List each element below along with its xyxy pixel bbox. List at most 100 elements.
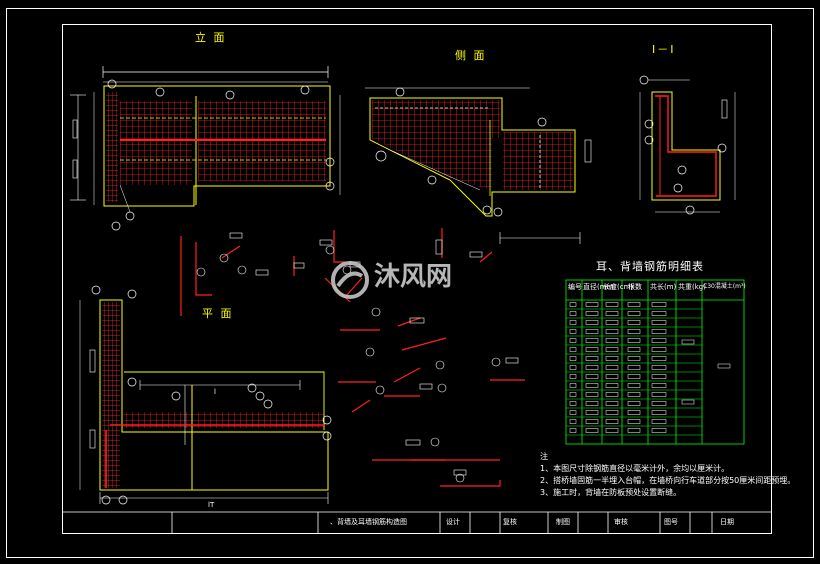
- schedule-cell-mark: [627, 311, 641, 316]
- section-title: I－I: [652, 43, 676, 56]
- schedule-cell-mark: [651, 365, 667, 370]
- schedule-cell-mark: [627, 419, 641, 424]
- rebar-detail-labels: [196, 232, 519, 483]
- schedule-cell-mark: [627, 356, 641, 361]
- schedule-cell-mark: [569, 311, 577, 316]
- elevation-title: 立 面: [195, 31, 227, 44]
- notes-heading: 注: [540, 452, 548, 461]
- schedule-cell-mark: [569, 392, 577, 397]
- schedule-cell-mark: [569, 374, 577, 379]
- schedule-cell-mark: [627, 365, 641, 370]
- schedule-header-no: 编号: [568, 283, 582, 291]
- schedule-cell-mark: [605, 392, 619, 397]
- schedule-cell-mark: [605, 311, 619, 316]
- schedule-cell-mark: [585, 329, 599, 334]
- schedule-cell-mark: [569, 419, 577, 424]
- schedule-cell-mark: [569, 401, 577, 406]
- schedule-cell-mark: [627, 410, 641, 415]
- side-view: [365, 87, 592, 244]
- schedule-title: 耳、背墙钢筋明细表: [596, 260, 704, 273]
- schedule-total-mark: [717, 363, 731, 369]
- title-block-figure-no: 图号: [664, 518, 678, 526]
- plan-dimension-lt: lT: [208, 501, 215, 509]
- schedule-cell-mark: [605, 410, 619, 415]
- schedule-cell-mark: [651, 320, 667, 325]
- schedule-cell-mark: [651, 347, 667, 352]
- schedule-cell-mark: [585, 428, 599, 433]
- schedule-header-weight: 共重(kg): [678, 283, 706, 291]
- watermark-text: 沐风网: [374, 262, 453, 292]
- schedule-cell-mark: [651, 338, 667, 343]
- title-block-design: 设计: [446, 518, 460, 526]
- schedule-total-mark: [681, 339, 695, 345]
- title-block-approve: 审核: [614, 518, 628, 526]
- schedule-cell-mark: [569, 383, 577, 388]
- schedule-cell-mark: [627, 428, 641, 433]
- schedule-cell-mark: [651, 311, 667, 316]
- schedule-cell-mark: [569, 410, 577, 415]
- schedule-cell-mark: [651, 419, 667, 424]
- schedule-cell-mark: [651, 329, 667, 334]
- schedule-cell-mark: [585, 320, 599, 325]
- schedule-header-total-length: 共长(m): [650, 283, 677, 291]
- schedule-cell-mark: [569, 329, 577, 334]
- schedule-cell-mark: [605, 374, 619, 379]
- schedule-cell-mark: [605, 365, 619, 370]
- schedule-cell-mark: [605, 320, 619, 325]
- schedule-cell-mark: [585, 374, 599, 379]
- schedule-cell-mark: [627, 401, 641, 406]
- schedule-cell-mark: [627, 383, 641, 388]
- schedule-cell-mark: [651, 428, 667, 433]
- schedule-cell-mark: [585, 311, 599, 316]
- schedule-cell-mark: [605, 383, 619, 388]
- schedule-cell-mark: [627, 374, 641, 379]
- schedule-cell-mark: [651, 383, 667, 388]
- schedule-cell-mark: [627, 347, 641, 352]
- schedule-cell-mark: [585, 401, 599, 406]
- schedule-cell-mark: [627, 329, 641, 334]
- schedule-header-count: 根数: [628, 283, 642, 291]
- schedule-cell-mark: [627, 302, 641, 307]
- plan-title: 平 面: [202, 307, 234, 320]
- schedule-cell-mark: [627, 338, 641, 343]
- schedule-cell-mark: [651, 374, 667, 379]
- schedule-cell-mark: [651, 302, 667, 307]
- elevation-view: [70, 66, 341, 231]
- schedule-cell-mark: [585, 302, 599, 307]
- schedule-cell-mark: [569, 302, 577, 307]
- note-3: 3、施工时，背墙在防板预处设置断缝。: [540, 488, 682, 497]
- schedule-cell-mark: [605, 329, 619, 334]
- schedule-cell-mark: [651, 356, 667, 361]
- schedule-cell-mark: [569, 347, 577, 352]
- schedule-cell-mark: [569, 356, 577, 361]
- note-1: 1、本图尺寸除钢筋直径以毫米计外，余均以厘米计。: [540, 464, 730, 473]
- schedule-cell-mark: [585, 392, 599, 397]
- schedule-cell-mark: [569, 428, 577, 433]
- schedule-cell-mark: [605, 356, 619, 361]
- schedule-cell-mark: [605, 401, 619, 406]
- schedule-cell-mark: [605, 338, 619, 343]
- schedule-cell-mark: [585, 338, 599, 343]
- schedule-header-concrete: C30混凝土(m³): [703, 283, 746, 290]
- schedule-cell-mark: [651, 410, 667, 415]
- schedule-cell-mark: [585, 419, 599, 424]
- title-block-review: 复核: [503, 518, 517, 526]
- schedule-cell-mark: [585, 356, 599, 361]
- schedule-cell-mark: [569, 365, 577, 370]
- schedule-cell-mark: [605, 428, 619, 433]
- schedule-cell-mark: [605, 419, 619, 424]
- side-view-title: 侧 面: [455, 49, 487, 62]
- schedule-cell-mark: [569, 320, 577, 325]
- schedule-cell-mark: [569, 338, 577, 343]
- schedule-cell-mark: [585, 347, 599, 352]
- schedule-cell-mark: [605, 302, 619, 307]
- plan-dimension-l: l: [214, 388, 216, 396]
- title-block-draw: 制图: [556, 518, 570, 526]
- schedule-cell-mark: [651, 392, 667, 397]
- schedule-cell-mark: [585, 383, 599, 388]
- title-block-date: 日期: [720, 518, 734, 526]
- drawing-name: 、背墙及耳墙钢筋构造图: [330, 518, 407, 526]
- schedule-cell-mark: [627, 320, 641, 325]
- schedule-cell-mark: [651, 401, 667, 406]
- schedule-cell-mark: [627, 392, 641, 397]
